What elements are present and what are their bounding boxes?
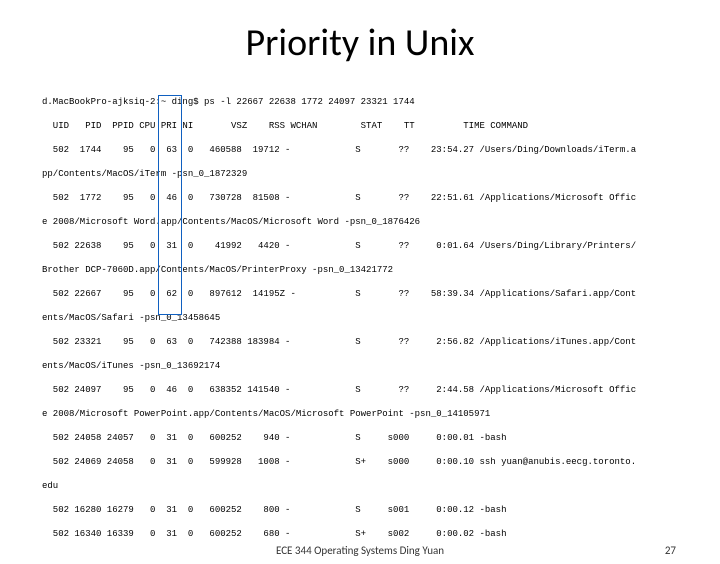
page-number: 27 xyxy=(665,544,676,557)
ps-line: e 2008/Microsoft PowerPoint.app/Contents… xyxy=(42,408,720,420)
ps-header: UID PID PPID CPU PRI NI VSZ RSS WCHAN ST… xyxy=(42,120,720,132)
ps-line: edu xyxy=(42,480,720,492)
ps-line: pp/Contents/MacOS/iTerm -psn_0_1872329 xyxy=(42,168,720,180)
slide-title: Priority in Unix xyxy=(0,20,720,66)
ps-line: 502 24058 24057 0 31 0 600252 940 - S s0… xyxy=(42,432,720,444)
terminal-output: d.MacBookPro-ajksiq-2:~ ding$ ps -l 2266… xyxy=(42,84,720,564)
ps-line: ents/MacOS/Safari -psn_0_13458645 xyxy=(42,312,720,324)
ps-line: 502 22638 95 0 31 0 41992 4420 - S ?? 0:… xyxy=(42,240,720,252)
prompt-line: d.MacBookPro-ajksiq-2:~ ding$ ps -l 2266… xyxy=(42,96,720,108)
ps-line: ents/MacOS/iTunes -psn_0_13692174 xyxy=(42,360,720,372)
ps-line: 502 24097 95 0 46 0 638352 141540 - S ??… xyxy=(42,384,720,396)
ps-line: e 2008/Microsoft Word.app/Contents/MacOS… xyxy=(42,216,720,228)
ps-line: 502 1744 95 0 63 0 460588 19712 - S ?? 2… xyxy=(42,144,720,156)
ps-line: 502 16280 16279 0 31 0 600252 800 - S s0… xyxy=(42,504,720,516)
footer-text: ECE 344 Operating Systems Ding Yuan xyxy=(0,544,720,557)
ps-line: 502 22667 95 0 62 0 897612 14195Z - S ??… xyxy=(42,288,720,300)
ps-line: 502 23321 95 0 63 0 742388 183984 - S ??… xyxy=(42,336,720,348)
ps-line: 502 16340 16339 0 31 0 600252 680 - S+ s… xyxy=(42,528,720,540)
ps-line: Brother DCP-7060D.app/Contents/MacOS/Pri… xyxy=(42,264,720,276)
ps-line: 502 1772 95 0 46 0 730728 81508 - S ?? 2… xyxy=(42,192,720,204)
ps-line: 502 24069 24058 0 31 0 599928 1008 - S+ … xyxy=(42,456,720,468)
